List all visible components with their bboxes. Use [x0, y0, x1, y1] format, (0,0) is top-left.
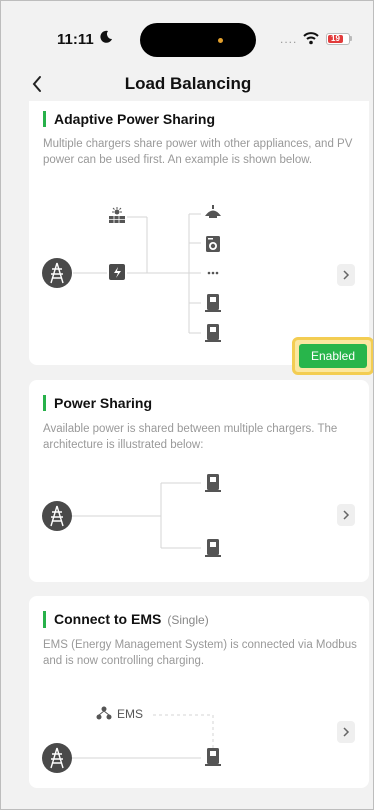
page-title: Load Balancing: [124, 74, 252, 93]
battery-level: 19: [328, 35, 343, 43]
charger-icon: [205, 324, 221, 342]
charger-icon: [205, 294, 221, 312]
power-sharing-card[interactable]: Power Sharing Available power is shared …: [29, 380, 369, 582]
status-bar: 11:11 .... 19: [1, 1, 373, 67]
battery-tip: [350, 36, 352, 41]
grid-tower-icon: [42, 501, 72, 531]
chevron-right-icon[interactable]: [337, 504, 355, 526]
lamp-icon: [205, 205, 221, 218]
connector-lines: [65, 714, 214, 759]
adaptive-power-sharing-card[interactable]: Adaptive Power Sharing Multiple chargers…: [29, 101, 369, 365]
charger-icon: [205, 539, 221, 557]
phone-screen: 11:11 .... 19 Load Balancing Adaptive Po…: [0, 0, 374, 810]
chevron-right-icon[interactable]: [337, 264, 355, 286]
chevron-right-icon[interactable]: [337, 721, 355, 743]
enabled-highlight: Enabled: [292, 337, 373, 375]
grid-tower-icon: [42, 743, 72, 773]
ems-network-icon: [96, 706, 112, 720]
ems-label: EMS: [117, 707, 144, 721]
connector-lines: [65, 482, 201, 549]
solar-panel-icon: [109, 207, 125, 223]
camera-indicator-icon: [218, 38, 223, 43]
connect-to-ems-card[interactable]: Connect to EMS (Single) EMS (Energy Manag…: [29, 596, 369, 788]
adaptive-power-diagram: [42, 205, 221, 342]
wifi-icon: [303, 32, 319, 45]
status-time: 11:11: [57, 31, 94, 48]
inverter-icon: [109, 264, 125, 280]
signal-indicator: ....: [280, 32, 298, 46]
dynamic-island: [140, 23, 256, 57]
battery-icon: 19: [326, 33, 350, 45]
charger-icon: [205, 474, 221, 492]
ems-diagram: [42, 706, 221, 773]
charger-icon: [205, 748, 221, 766]
enabled-status-button[interactable]: Enabled: [299, 344, 367, 368]
navigation-bar: Load Balancing: [1, 67, 373, 101]
power-sharing-diagram: [42, 474, 221, 557]
grid-tower-icon: [42, 258, 72, 288]
washing-machine-icon: [206, 236, 220, 252]
more-icon: [207, 271, 219, 275]
connector-lines: [73, 213, 201, 334]
moon-icon: [100, 30, 112, 43]
